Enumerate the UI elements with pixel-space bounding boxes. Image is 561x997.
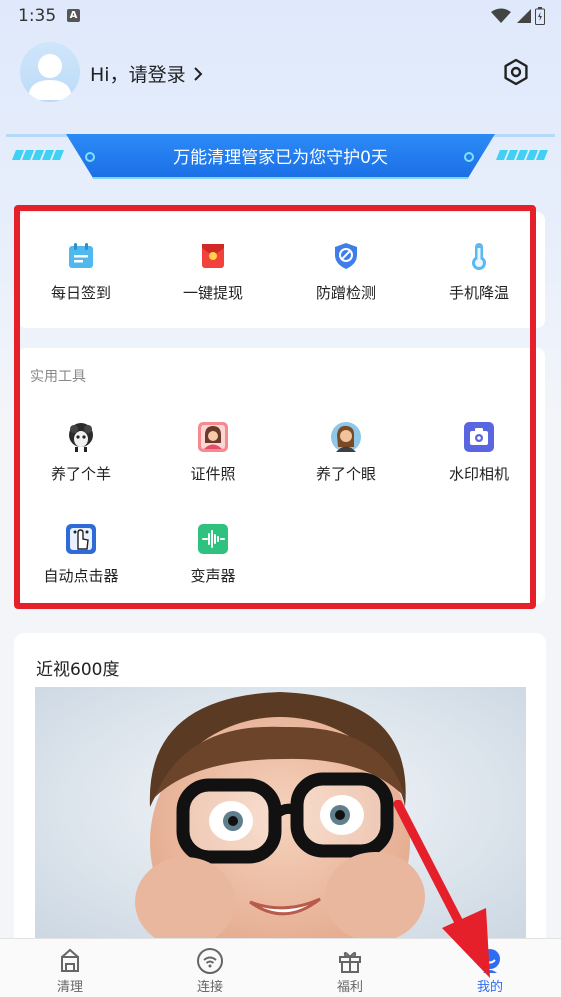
battery-icon: [535, 7, 545, 25]
boy-with-glasses-image: [35, 687, 526, 947]
profile-icon: [480, 949, 500, 973]
bottom-nav: 清理 连接 福利 我的: [0, 938, 561, 997]
id-photo-icon: [198, 422, 228, 452]
nav-benefits[interactable]: 福利: [310, 939, 390, 997]
auto-clicker-icon: [66, 524, 96, 554]
article-image[interactable]: [35, 687, 526, 947]
tool-label: 证件照: [190, 465, 236, 483]
nav-clean[interactable]: 清理: [30, 939, 110, 997]
article-title: 近视600度: [36, 660, 120, 680]
status-bar: 1:35 A: [0, 0, 561, 34]
tool-label: 变声器: [190, 567, 236, 585]
settings-icon[interactable]: [502, 58, 530, 86]
avatar[interactable]: [20, 42, 80, 102]
tool-label: 水印相机: [448, 465, 509, 483]
quick-action-withdraw[interactable]: 一键提现: [148, 240, 278, 303]
tool-sheep-game[interactable]: 养了个羊: [16, 421, 146, 484]
login-prompt[interactable]: Hi，请登录: [90, 60, 204, 87]
tool-auto-clicker[interactable]: 自动点击器: [16, 523, 146, 586]
nav-mine[interactable]: 我的: [450, 939, 530, 997]
eye-care-icon: [331, 422, 361, 452]
tool-label: 养了个眼: [315, 465, 376, 483]
voice-changer-icon: [198, 524, 228, 554]
clean-icon: [61, 948, 79, 972]
tool-id-photo[interactable]: 证件照: [148, 421, 278, 484]
cell-signal-icon: [517, 9, 531, 23]
wifi-icon: [197, 948, 223, 974]
red-envelope-icon: [202, 244, 224, 268]
shield-icon: [335, 243, 357, 269]
notification-icon: A: [67, 9, 80, 22]
nav-label: 福利: [336, 980, 363, 995]
thermometer-icon: [472, 243, 486, 270]
nav-label: 连接: [196, 980, 223, 995]
quick-action-label: 手机降温: [448, 284, 509, 302]
nav-label: 清理: [56, 980, 83, 995]
user-avatar-icon: [28, 54, 72, 100]
quick-action-label: 防蹭检测: [315, 284, 376, 302]
banner-text: 万能清理管家已为您守护0天: [173, 148, 388, 168]
quick-action-anti-leech[interactable]: 防蹭检测: [281, 240, 411, 303]
quick-action-daily-checkin[interactable]: 每日签到: [16, 240, 146, 303]
nav-connect[interactable]: 连接: [170, 939, 250, 997]
tool-label: 养了个羊: [50, 465, 111, 483]
login-prompt-label: Hi，请登录: [90, 64, 186, 86]
tool-watermark-camera[interactable]: 水印相机: [414, 421, 544, 484]
status-icons: [491, 6, 545, 26]
camera-icon: [464, 422, 494, 452]
nav-label: 我的: [476, 980, 503, 995]
tool-label: 自动点击器: [43, 567, 119, 585]
sheep-icon: [69, 423, 93, 452]
quick-action-label: 每日签到: [50, 284, 111, 302]
quick-action-label: 一键提现: [182, 284, 243, 302]
chevron-right-icon: [193, 66, 202, 81]
wifi-signal-icon: [491, 8, 511, 23]
quick-action-cool-down[interactable]: 手机降温: [414, 240, 544, 303]
status-time: 1:35: [18, 6, 57, 26]
gift-icon: [339, 951, 361, 973]
tool-voice-changer[interactable]: 变声器: [148, 523, 278, 586]
tools-section-title: 实用工具: [30, 369, 86, 385]
calendar-check-icon: [69, 243, 93, 268]
tool-eye-care[interactable]: 养了个眼: [281, 421, 411, 484]
